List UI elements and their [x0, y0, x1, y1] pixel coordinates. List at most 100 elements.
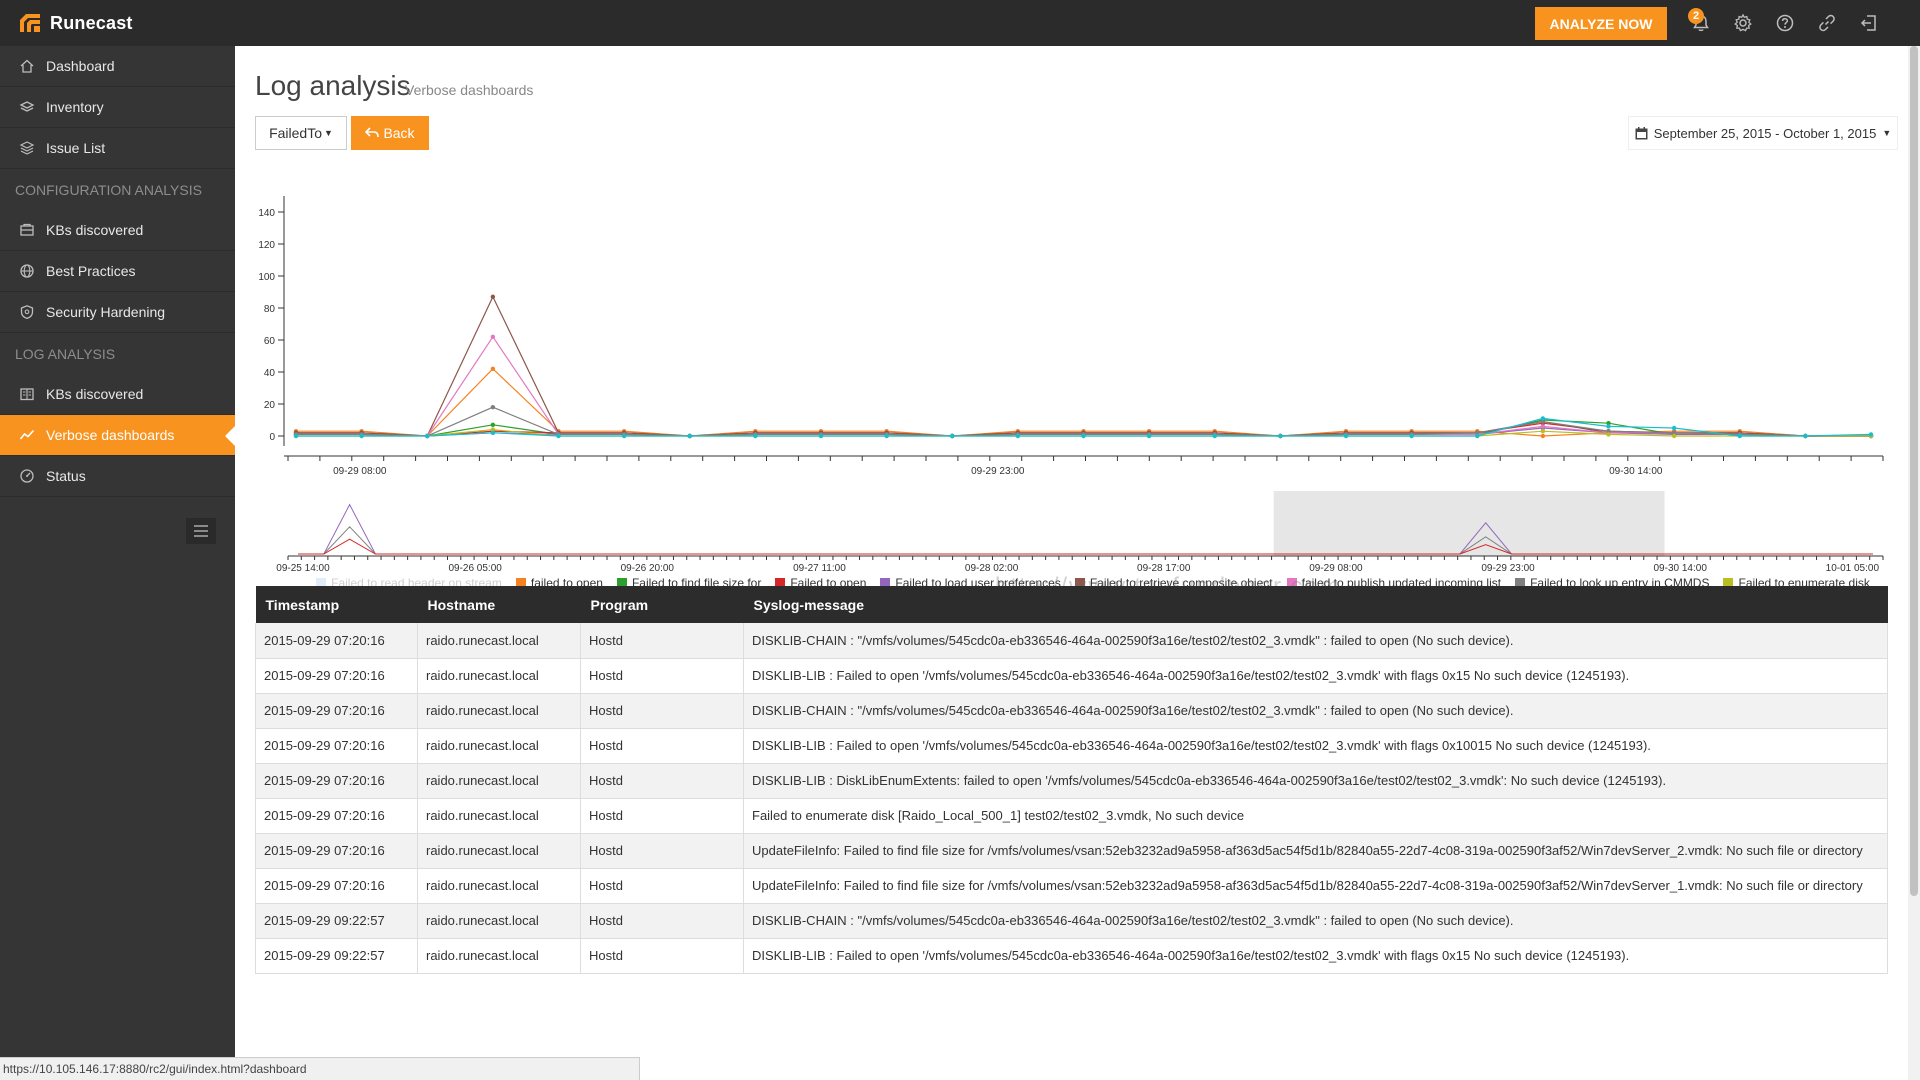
- cell-program: Hostd: [580, 798, 744, 834]
- links-button[interactable]: [1806, 8, 1848, 38]
- table-row[interactable]: 2015-09-29 09:22:57 raido.runecast.local H…: [255, 903, 1888, 939]
- column-header-hostname[interactable]: Hostname: [417, 586, 581, 623]
- help-button[interactable]: [1764, 8, 1806, 38]
- x-tick-label: 09-29 08:00: [333, 466, 387, 477]
- column-header-syslog-message[interactable]: Syslog-message: [743, 586, 1888, 623]
- help-icon: [1776, 14, 1794, 32]
- scrollbar-thumb[interactable]: [1910, 46, 1918, 896]
- sidebar-item-label: KBs discovered: [46, 386, 144, 402]
- navigator-selection: [1273, 491, 1665, 556]
- sidebar-section-log-analysis: LOG ANALYSIS: [15, 345, 116, 362]
- sidebar: Dashboard Inventory Issue List CONFIGURA…: [0, 46, 236, 1080]
- data-point: [1671, 433, 1677, 439]
- y-tick-label: 120: [258, 240, 275, 251]
- page-subtitle: Verbose dashboards: [405, 82, 534, 98]
- sidebar-item-issue-list[interactable]: Issue List: [0, 128, 235, 169]
- data-point: [490, 405, 496, 410]
- cell-program: Hostd: [580, 868, 744, 904]
- data-point: [1409, 433, 1414, 439]
- y-tick-label: 60: [264, 336, 276, 347]
- cell-syslog-message: DISKLIB-CHAIN : "/vmfs/volumes/545cdc0a-…: [743, 693, 1888, 729]
- cell-syslog-message: Failed to enumerate disk [Raido_Local_50…: [743, 798, 1888, 834]
- table-row[interactable]: 2015-09-29 07:20:16 raido.runecast.local H…: [255, 658, 1888, 694]
- sidebar-item-log-kbs[interactable]: KBs discovered: [0, 374, 235, 415]
- cell-syslog-message: DISKLIB-LIB : Failed to open '/vmfs/volu…: [743, 938, 1888, 974]
- sidebar-item-best-practices[interactable]: Best Practices: [0, 251, 235, 292]
- sidebar-item-status[interactable]: Status: [0, 456, 235, 497]
- sidebar-item-dashboard[interactable]: Dashboard: [0, 46, 235, 87]
- cell-hostname: raido.runecast.local: [417, 658, 581, 694]
- data-point: [1278, 433, 1283, 439]
- sidebar-item-label: Status: [46, 468, 86, 484]
- data-point: [490, 430, 496, 435]
- cell-hostname: raido.runecast.local: [417, 903, 581, 939]
- logout-button[interactable]: [1848, 8, 1890, 38]
- table-row[interactable]: 2015-09-29 09:22:57 raido.runecast.local H…: [255, 938, 1888, 974]
- y-tick-label: 80: [264, 304, 276, 315]
- syslog-table-body: 2015-09-29 07:20:16 raido.runecast.local H…: [255, 623, 1888, 974]
- cell-hostname: raido.runecast.local: [417, 833, 581, 869]
- data-point: [1015, 433, 1021, 439]
- back-button[interactable]: Back: [351, 116, 429, 150]
- cell-program: Hostd: [580, 903, 744, 939]
- data-point: [1343, 433, 1349, 439]
- column-header-program[interactable]: Program: [580, 586, 744, 623]
- page-title: Log analysis: [255, 70, 411, 101]
- line-chart: 0 20 40 60 80 100 120 140 09-29 08:00 09-29 23:00…: [258, 196, 1884, 574]
- globe-icon: [18, 262, 36, 280]
- series-line: [296, 335, 1871, 437]
- sidebar-item-inventory[interactable]: Inventory: [0, 87, 235, 128]
- sidebar-collapse-button[interactable]: [186, 518, 216, 544]
- table-header-row: Timestamp Hostname Program Syslog-messag…: [255, 586, 1888, 623]
- navigator-tick-label: 09-26 20:00: [621, 563, 675, 574]
- column-header-timestamp[interactable]: Timestamp: [255, 586, 418, 623]
- app-logo[interactable]: Runecast: [18, 10, 133, 36]
- sidebar-item-security-hardening[interactable]: Security Hardening: [0, 292, 235, 333]
- table-row[interactable]: 2015-09-29 07:20:16 raido.runecast.local H…: [255, 693, 1888, 729]
- settings-button[interactable]: [1722, 8, 1764, 38]
- cell-syslog-message: DISKLIB-LIB : Failed to open '/vmfs/volu…: [743, 658, 1888, 694]
- table-row[interactable]: 2015-09-29 07:20:16 raido.runecast.local H…: [255, 728, 1888, 764]
- y-tick-label: 40: [264, 368, 276, 379]
- table-row[interactable]: 2015-09-29 07:20:16 raido.runecast.local H…: [255, 763, 1888, 799]
- data-point: [359, 433, 364, 439]
- y-tick-label: 0: [269, 432, 275, 443]
- data-point: [1475, 433, 1480, 439]
- page-scrollbar[interactable]: [1908, 46, 1920, 1080]
- table-row[interactable]: 2015-09-29 07:20:16 raido.runecast.local H…: [255, 623, 1888, 659]
- sidebar-item-config-kbs[interactable]: KBs discovered: [0, 210, 235, 251]
- cell-syslog-message: DISKLIB-CHAIN : "/vmfs/volumes/545cdc0a-…: [743, 903, 1888, 939]
- kb-icon: [18, 385, 36, 403]
- notification-badge: 2: [1688, 8, 1704, 24]
- syslog-table: Timestamp Hostname Program Syslog-messag…: [255, 586, 1888, 974]
- caret-down-icon: ▼: [324, 128, 333, 138]
- data-point: [884, 433, 889, 439]
- cell-syslog-message: DISKLIB-LIB : DiskLibEnumExtents: failed…: [743, 763, 1888, 799]
- main-content: Log analysis Verbose dashboards FailedTo…: [235, 46, 1910, 1080]
- sidebar-item-verbose-dashboards[interactable]: Verbose dashboards: [0, 415, 236, 456]
- data-point: [425, 433, 430, 439]
- analyze-now-button[interactable]: ANALYZE NOW: [1535, 7, 1667, 40]
- cell-timestamp: 2015-09-29 09:22:57: [255, 938, 418, 974]
- table-row[interactable]: 2015-09-29 07:20:16 raido.runecast.local H…: [255, 868, 1888, 904]
- date-range-picker[interactable]: September 25, 2015 - October 1, 2015 ▼: [1628, 116, 1898, 150]
- cell-program: Hostd: [580, 833, 744, 869]
- filter-dropdown[interactable]: FailedTo ▼: [255, 116, 347, 150]
- kb-icon: [18, 221, 36, 239]
- shield-icon: [18, 303, 36, 321]
- series-line: [296, 295, 1871, 437]
- notifications-button[interactable]: 2: [1680, 8, 1722, 38]
- chart-line-icon: [18, 426, 36, 444]
- cell-hostname: raido.runecast.local: [417, 728, 581, 764]
- home-icon: [18, 57, 36, 75]
- table-row[interactable]: 2015-09-29 07:20:16 raido.runecast.local H…: [255, 798, 1888, 834]
- table-row[interactable]: 2015-09-29 07:20:16 raido.runecast.local H…: [255, 833, 1888, 869]
- cell-hostname: raido.runecast.local: [417, 623, 581, 659]
- data-point: [293, 433, 299, 439]
- navigator-tick-label: 09-30 14:00: [1654, 563, 1708, 574]
- sidebar-item-label: Best Practices: [46, 263, 136, 279]
- x-tick-label: 09-30 14:00: [1609, 466, 1663, 477]
- calendar-icon: [1635, 126, 1648, 139]
- navigator-tick-label: 09-29 23:00: [1481, 563, 1535, 574]
- link-icon: [1819, 14, 1835, 32]
